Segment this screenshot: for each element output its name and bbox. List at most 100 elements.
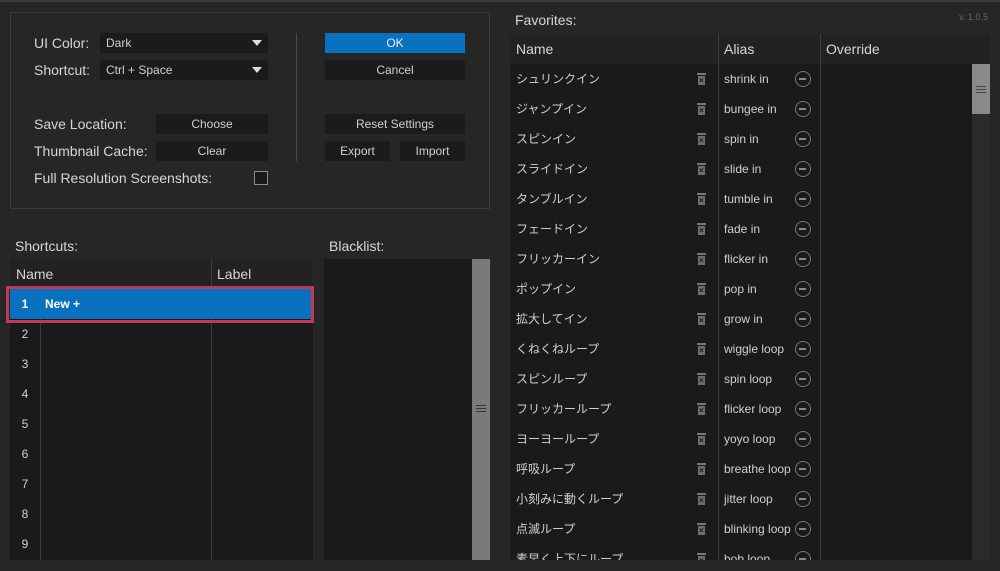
column-name[interactable]: Name (10, 259, 53, 289)
remove-alias-icon[interactable] (795, 431, 811, 447)
trash-icon[interactable]: × (697, 103, 706, 115)
favorite-row[interactable]: ジャンプイン × bungee in (510, 94, 990, 124)
reset-settings-button[interactable]: Reset Settings (325, 114, 465, 134)
remove-alias-icon[interactable] (795, 221, 811, 237)
favorite-alias[interactable]: bungee in (724, 94, 777, 124)
remove-alias-icon[interactable] (795, 551, 811, 560)
favorite-alias[interactable]: pop in (724, 274, 757, 304)
remove-alias-icon[interactable] (795, 371, 811, 387)
favorite-alias[interactable]: yoyo loop (724, 424, 775, 454)
shortcut-row[interactable]: 2 (10, 319, 313, 349)
remove-alias-icon[interactable] (795, 101, 811, 117)
column-name[interactable]: Name (510, 34, 553, 64)
trash-icon[interactable]: × (697, 283, 706, 295)
favorite-alias[interactable]: flicker in (724, 244, 768, 274)
choose-button[interactable]: Choose (156, 114, 268, 134)
favorite-row[interactable]: フェードイン × fade in (510, 214, 990, 244)
favorite-alias[interactable]: bob loop (724, 544, 770, 560)
remove-alias-icon[interactable] (795, 341, 811, 357)
remove-alias-icon[interactable] (795, 311, 811, 327)
remove-alias-icon[interactable] (795, 461, 811, 477)
remove-alias-icon[interactable] (795, 191, 811, 207)
trash-icon[interactable]: × (697, 313, 706, 325)
ok-button[interactable]: OK (325, 33, 465, 53)
favorite-alias[interactable]: breathe loop (724, 454, 791, 484)
remove-alias-icon[interactable] (795, 521, 811, 537)
favorite-alias[interactable]: tumble in (724, 184, 773, 214)
favorite-row[interactable]: スピンループ × spin loop (510, 364, 990, 394)
column-override[interactable]: Override (820, 34, 880, 64)
remove-alias-icon[interactable] (795, 161, 811, 177)
clear-button[interactable]: Clear (156, 141, 268, 161)
blacklist-scrollbar[interactable] (472, 259, 490, 560)
shortcut-row[interactable]: 5 (10, 409, 313, 439)
trash-icon[interactable]: × (697, 343, 706, 355)
favorite-row[interactable]: スピンイン × spin in (510, 124, 990, 154)
shortcut-row[interactable]: 8 (10, 499, 313, 529)
favorite-alias[interactable]: wiggle loop (724, 334, 784, 364)
favorite-alias[interactable]: spin loop (724, 364, 772, 394)
favorite-alias[interactable]: slide in (724, 154, 761, 184)
shortcut-row[interactable]: 9 (10, 529, 313, 559)
trash-icon[interactable]: × (697, 433, 706, 445)
column-alias[interactable]: Alias (718, 34, 754, 64)
favorite-row[interactable]: シュリンクイン × shrink in (510, 64, 990, 94)
favorite-alias[interactable]: fade in (724, 214, 760, 244)
trash-icon[interactable]: × (697, 493, 706, 505)
trash-icon[interactable]: × (697, 133, 706, 145)
trash-icon[interactable]: × (697, 193, 706, 205)
favorite-row[interactable]: ヨーヨーループ × yoyo loop (510, 424, 990, 454)
favorite-row[interactable]: フリッカーループ × flicker loop (510, 394, 990, 424)
favorite-row[interactable]: 小刻みに動くループ × jitter loop (510, 484, 990, 514)
remove-alias-icon[interactable] (795, 131, 811, 147)
export-button[interactable]: Export (325, 141, 390, 161)
favorites-scrollbar[interactable] (972, 64, 990, 560)
remove-alias-icon[interactable] (795, 251, 811, 267)
remove-alias-icon[interactable] (795, 71, 811, 87)
trash-body: × (698, 226, 705, 235)
import-button[interactable]: Import (400, 141, 465, 161)
remove-alias-icon[interactable] (795, 281, 811, 297)
full-res-checkbox[interactable] (254, 171, 268, 185)
grip-line (976, 92, 986, 93)
remove-alias-icon[interactable] (795, 491, 811, 507)
favorite-row[interactable]: スライドイン × slide in (510, 154, 990, 184)
remove-alias-icon[interactable] (795, 401, 811, 417)
trash-icon[interactable]: × (697, 553, 706, 560)
shortcut-row[interactable]: 4 (10, 379, 313, 409)
shortcut-row[interactable]: 7 (10, 469, 313, 499)
shortcut-select[interactable]: Ctrl + Space (100, 60, 268, 80)
favorite-alias[interactable]: flicker loop (724, 394, 781, 424)
favorite-alias[interactable]: shrink in (724, 64, 769, 94)
trash-icon[interactable]: × (697, 523, 706, 535)
trash-icon[interactable]: × (697, 73, 706, 85)
trash-body: × (698, 526, 705, 535)
favorite-row[interactable]: ポップイン × pop in (510, 274, 990, 304)
favorite-row[interactable]: タンブルイン × tumble in (510, 184, 990, 214)
favorite-row[interactable]: 素早く上下にループ × bob loop (510, 544, 990, 560)
favorite-row[interactable]: フリッカーイン × flicker in (510, 244, 990, 274)
row-index: 9 (21, 537, 29, 551)
shortcut-row[interactable]: 3 (10, 349, 313, 379)
blacklist-list[interactable] (324, 259, 490, 560)
favorite-row[interactable]: くねくねループ × wiggle loop (510, 334, 990, 364)
shortcut-row[interactable]: 6 (10, 439, 313, 469)
trash-icon[interactable]: × (697, 373, 706, 385)
favorite-alias[interactable]: jitter loop (724, 484, 773, 514)
favorite-row[interactable]: 拡大してイン × grow in (510, 304, 990, 334)
favorite-alias[interactable]: grow in (724, 304, 763, 334)
trash-icon[interactable]: × (697, 223, 706, 235)
ui-color-select[interactable]: Dark (100, 33, 268, 53)
favorite-alias[interactable]: blinking loop (724, 514, 791, 544)
scrollbar-thumb[interactable] (972, 64, 990, 114)
favorite-alias[interactable]: spin in (724, 124, 759, 154)
trash-icon[interactable]: × (697, 163, 706, 175)
trash-icon[interactable]: × (697, 253, 706, 265)
trash-icon[interactable]: × (697, 403, 706, 415)
cancel-button[interactable]: Cancel (325, 60, 465, 80)
trash-icon[interactable]: × (697, 463, 706, 475)
trash-lid (697, 523, 706, 525)
favorite-row[interactable]: 点滅ループ × blinking loop (510, 514, 990, 544)
column-label[interactable]: Label (211, 259, 251, 289)
favorite-row[interactable]: 呼吸ループ × breathe loop (510, 454, 990, 484)
